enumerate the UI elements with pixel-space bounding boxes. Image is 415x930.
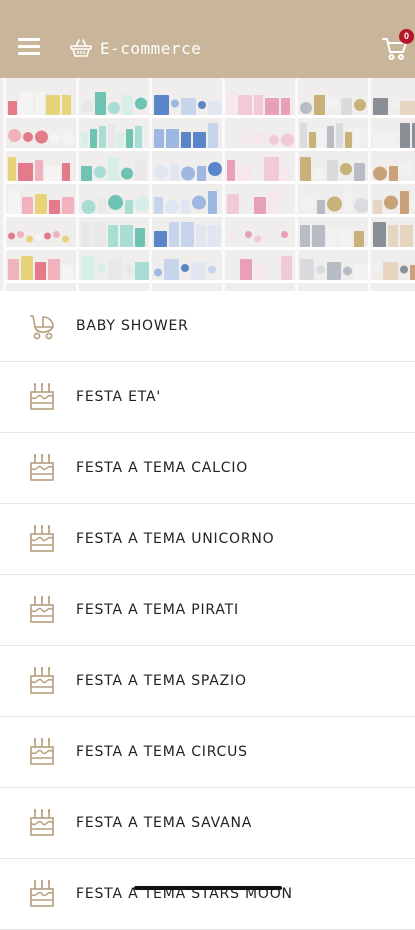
brand-logo[interactable]: E-commerce (70, 38, 201, 58)
category-item-baby-shower[interactable]: BABY SHOWER (0, 291, 415, 362)
cake-icon (30, 596, 54, 623)
category-label: FESTA A TEMA CIRCUS (76, 744, 248, 760)
category-label: FESTA A TEMA SPAZIO (76, 673, 247, 689)
category-label: FESTA A TEMA UNICORNO (76, 531, 275, 547)
category-label: FESTA ETA' (76, 389, 162, 405)
category-item-festa-calcio[interactable]: FESTA A TEMA CALCIO (0, 433, 415, 504)
cake-icon (30, 738, 54, 765)
app-header: E-commerce 0 (0, 0, 415, 78)
category-item-festa-pirati[interactable]: FESTA A TEMA PIRATI (0, 575, 415, 646)
category-item-festa-stars-moon[interactable]: FESTA A TEMA STARS MOON (0, 859, 415, 930)
cake-icon (30, 383, 54, 410)
home-indicator[interactable] (134, 886, 282, 890)
category-label: BABY SHOWER (76, 318, 189, 334)
category-item-festa-circus[interactable]: FESTA A TEMA CIRCUS (0, 717, 415, 788)
category-item-festa-spazio[interactable]: FESTA A TEMA SPAZIO (0, 646, 415, 717)
category-list: BABY SHOWER FESTA ETA' FESTA A TEMA CALC… (0, 291, 415, 930)
category-label: FESTA A TEMA SAVANA (76, 815, 253, 831)
category-label: FESTA A TEMA CALCIO (76, 460, 249, 476)
stroller-icon (30, 315, 54, 340)
cake-icon (30, 525, 54, 552)
cake-icon (30, 880, 54, 907)
category-item-festa-unicorno[interactable]: FESTA A TEMA UNICORNO (0, 504, 415, 575)
cake-icon (30, 809, 54, 836)
cart-count-badge: 0 (399, 29, 414, 44)
category-label: FESTA A TEMA PIRATI (76, 602, 239, 618)
cake-icon (30, 454, 54, 481)
shop-shelves-photo (0, 78, 415, 291)
brand-name: E-commerce (100, 38, 202, 58)
cake-icon (30, 667, 54, 694)
banner-image (0, 78, 415, 291)
basket-icon (70, 39, 92, 57)
category-item-festa-eta[interactable]: FESTA ETA' (0, 362, 415, 433)
category-item-festa-savana[interactable]: FESTA A TEMA SAVANA (0, 788, 415, 859)
hamburger-menu-icon[interactable] (18, 38, 42, 58)
